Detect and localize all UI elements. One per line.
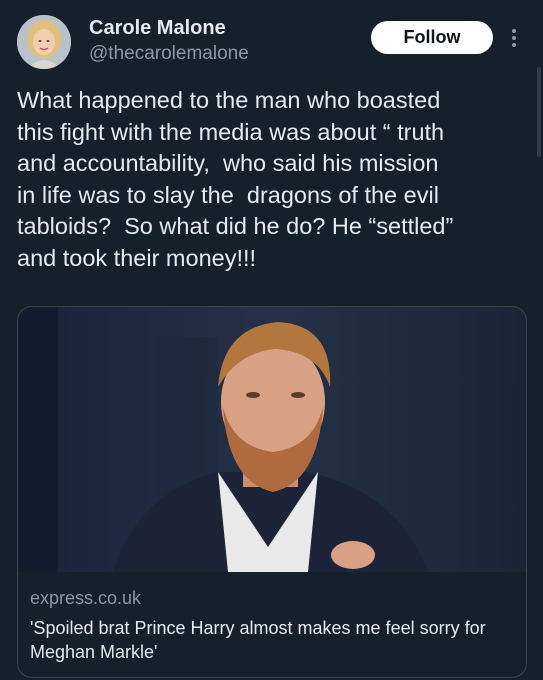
link-card-domain: express.co.uk: [30, 588, 142, 608]
link-card-image[interactable]: [18, 307, 526, 572]
link-card-title: 'Spoiled brat Prince Harry almost makes …: [30, 618, 486, 662]
author-avatar[interactable]: [17, 15, 71, 69]
author-handle[interactable]: @thecarolemalone: [89, 43, 249, 65]
scrollbar[interactable]: [537, 67, 541, 157]
profile-photo: [17, 15, 71, 69]
link-card[interactable]: express.co.uk 'Spoiled brat Prince Harry…: [17, 306, 527, 678]
more-vertical-icon[interactable]: [508, 26, 520, 50]
tweet-text: What happened to the man who boasted thi…: [17, 87, 454, 271]
follow-button[interactable]: Follow: [371, 21, 493, 54]
tweet-header: Carole Malone @thecarolemalone Follow: [0, 0, 543, 80]
author-display-name[interactable]: Carole Malone: [89, 17, 226, 40]
